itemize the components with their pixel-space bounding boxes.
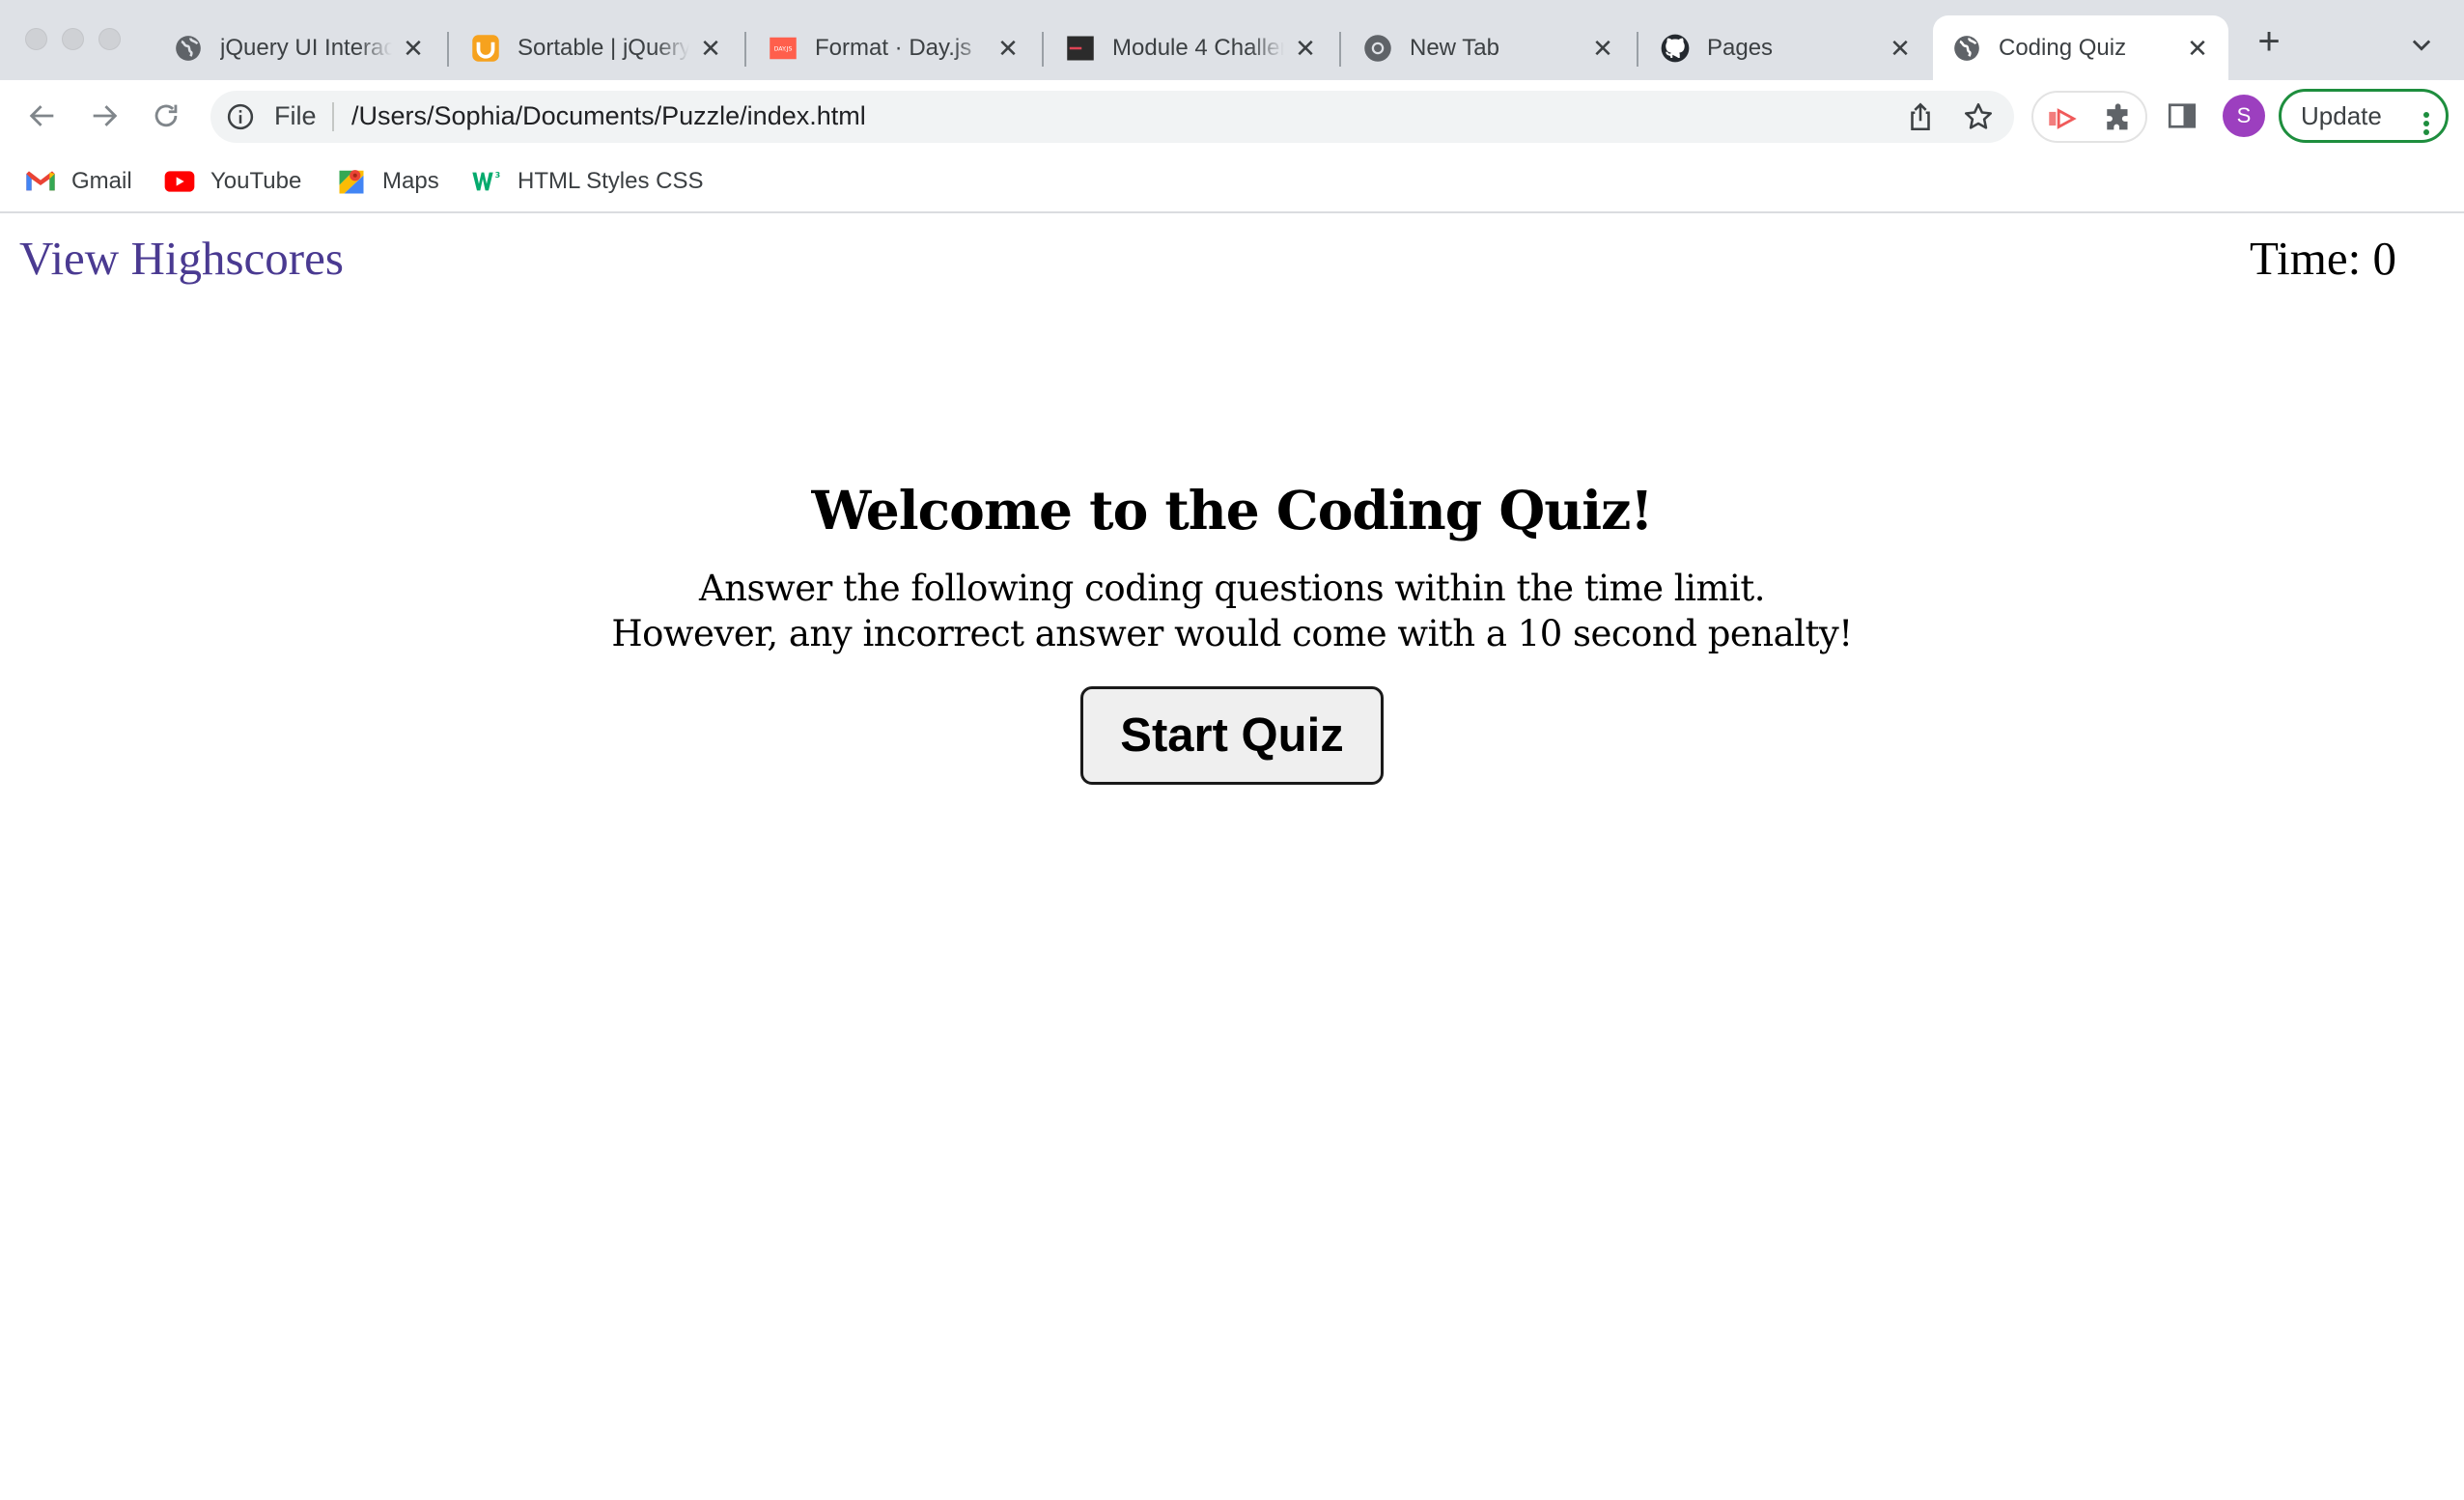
update-button-label: Update: [2301, 101, 2382, 130]
intro-text-line-1: Answer the following coding questions wi…: [699, 568, 1766, 609]
bookmark-maps[interactable]: Maps: [336, 162, 439, 201]
module-icon: [1066, 34, 1095, 63]
svg-text:3: 3: [495, 171, 501, 180]
more-menu-icon[interactable]: [2422, 103, 2430, 135]
page-title: Welcome to the Coding Quiz!: [811, 479, 1653, 542]
profile-avatar[interactable]: S: [2223, 95, 2265, 137]
svg-text:DAY.JS: DAY.JS: [774, 45, 793, 52]
site-info-icon[interactable]: [226, 102, 255, 131]
jquery-ui-icon: [471, 34, 500, 63]
globe-icon: [1952, 34, 1981, 63]
address-scheme-label: File: [274, 101, 317, 130]
bookmark-gmail[interactable]: Gmail: [25, 162, 132, 201]
tab-coding-quiz[interactable]: Coding Quiz ✕: [1933, 15, 2228, 80]
view-highscores-link[interactable]: View Highscores: [19, 231, 344, 286]
page-content: View Highscores Time: 0 Welcome to the C…: [0, 213, 2464, 1500]
bookmark-youtube[interactable]: YouTube: [164, 162, 301, 201]
window-close-button[interactable]: [25, 28, 47, 50]
tab-module-4-challenge[interactable]: Module 4 Challenge ✕: [1047, 15, 1336, 80]
side-panel-icon[interactable]: [2165, 98, 2199, 133]
github-icon: [1661, 34, 1690, 63]
w3schools-icon: 3: [471, 166, 502, 197]
window-zoom-button[interactable]: [98, 28, 121, 50]
close-tab-icon[interactable]: ✕: [1591, 36, 1614, 61]
forward-arrow-icon[interactable]: [85, 97, 124, 135]
close-tab-icon[interactable]: ✕: [1889, 36, 1912, 61]
close-tab-icon[interactable]: ✕: [996, 36, 1020, 61]
puzzle-extensions-icon[interactable]: [2103, 102, 2136, 135]
bookmark-html-styles-css[interactable]: 3 HTML Styles CSS: [471, 162, 703, 201]
cast-extension-icon[interactable]: [2045, 102, 2078, 135]
tab-strip: jQuery UI Interactions ✕ Sortable | jQue…: [0, 0, 2464, 80]
gmail-icon: [25, 166, 56, 197]
youtube-icon: [164, 166, 195, 197]
close-tab-icon[interactable]: ✕: [699, 36, 722, 61]
bookmarks-bar: Gmail YouTube Maps 3 HTML Styles CSS: [0, 153, 2464, 213]
address-bar[interactable]: File /Users/Sophia/Documents/Puzzle/inde…: [210, 91, 2014, 143]
share-icon[interactable]: [1904, 100, 1937, 133]
tab-sortable-jquery-ui[interactable]: Sortable | jQuery UI ✕: [452, 15, 742, 80]
close-tab-icon[interactable]: ✕: [2186, 36, 2209, 61]
tab-format-dayjs[interactable]: DAY.JS Format · Day.js ✕: [749, 15, 1039, 80]
extensions-group: [2031, 91, 2147, 143]
browser-toolbar: File /Users/Sophia/Documents/Puzzle/inde…: [0, 80, 2464, 153]
tab-jquery-ui-interactions[interactable]: jQuery UI Interactions ✕: [154, 15, 444, 80]
close-tab-icon[interactable]: ✕: [1294, 36, 1317, 61]
close-tab-icon[interactable]: ✕: [402, 36, 425, 61]
new-tab-plus-icon[interactable]: +: [2254, 22, 2284, 61]
address-url[interactable]: /Users/Sophia/Documents/Puzzle/index.htm…: [351, 101, 866, 131]
update-button[interactable]: Update: [2279, 89, 2449, 143]
globe-icon: [174, 34, 203, 63]
intro-text-line-2: However, any incorrect answer would come…: [611, 613, 1853, 654]
start-quiz-button[interactable]: Start Quiz: [1080, 686, 1384, 785]
dayjs-icon: DAY.JS: [769, 34, 798, 63]
quiz-timer: Time: 0: [2249, 232, 2396, 285]
maps-icon: [336, 166, 367, 197]
bookmark-star-icon[interactable]: [1962, 100, 1995, 133]
chrome-icon: [1363, 34, 1392, 63]
tab-pages[interactable]: Pages ✕: [1641, 15, 1931, 80]
back-arrow-icon[interactable]: [23, 97, 62, 135]
window-minimize-button[interactable]: [62, 28, 84, 50]
reload-icon[interactable]: [147, 97, 185, 135]
tab-new-tab[interactable]: New Tab ✕: [1344, 15, 1634, 80]
tab-search-chevron-down-icon[interactable]: [2408, 31, 2435, 58]
